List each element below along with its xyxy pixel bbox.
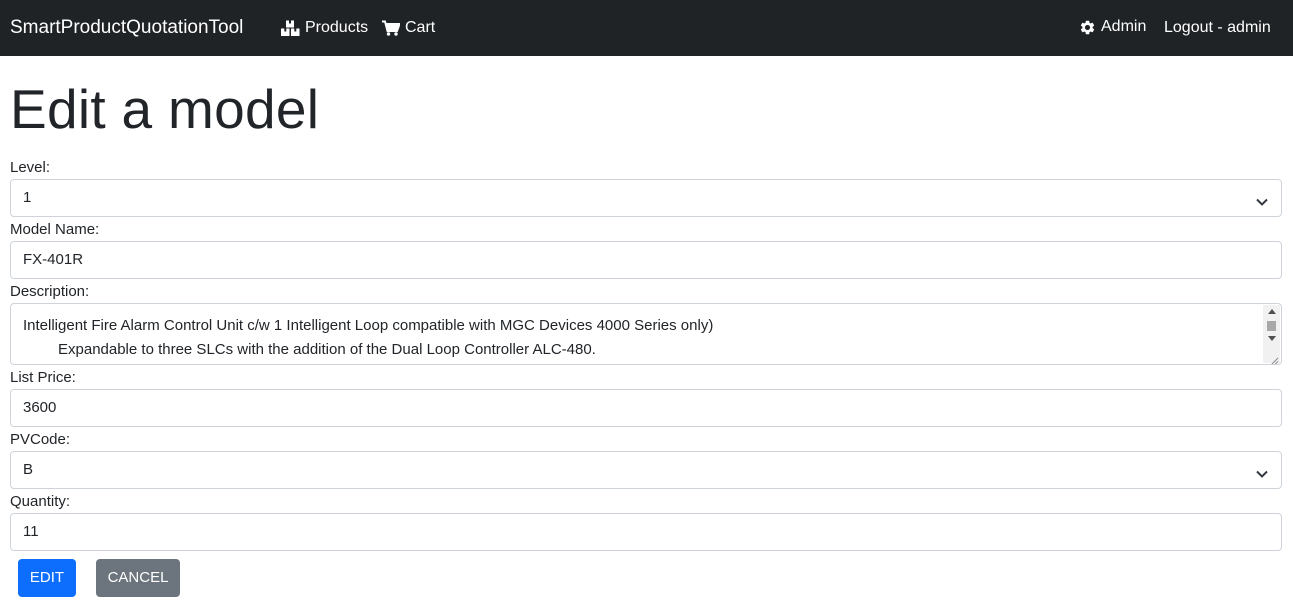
description-label: Description: [10, 283, 90, 300]
pvcode-label: PVCode: [10, 431, 71, 448]
chevron-down-icon [1256, 193, 1268, 213]
model-name-value: FX-401R [23, 251, 84, 268]
boxes-icon [281, 20, 300, 36]
quantity-value: 11 [23, 523, 39, 540]
pvcode-select[interactable]: B [10, 451, 1282, 489]
nav-admin-label: Admin [1101, 18, 1147, 35]
chevron-down-icon [1256, 465, 1268, 485]
list-price-input[interactable]: 3600 [10, 389, 1282, 427]
gear-icon [1079, 19, 1096, 36]
cart-icon [382, 20, 400, 36]
level-select[interactable]: 1 [10, 179, 1282, 217]
scroll-down-arrow-icon[interactable] [1268, 336, 1276, 341]
description-line-1: Intelligent Fire Alarm Control Unit c/w … [23, 317, 714, 334]
level-label: Level: [10, 159, 51, 176]
pvcode-value: B [23, 461, 34, 478]
page-title: Edit a model [10, 78, 320, 140]
nav-admin-link[interactable]: Admin [1079, 16, 1146, 38]
nav-products-link[interactable]: Products [281, 17, 368, 39]
quantity-input[interactable]: 11 [10, 513, 1282, 551]
brand-link[interactable]: SmartProductQuotationTool [10, 16, 243, 40]
nav-products-label: Products [305, 19, 369, 36]
description-line-2: Expandable to three SLCs with the additi… [58, 341, 596, 358]
cancel-button[interactable]: CANCEL [96, 559, 180, 597]
quantity-label: Quantity: [10, 493, 71, 510]
list-price-label: List Price: [10, 369, 76, 386]
level-value: 1 [23, 189, 32, 206]
nav-cart-label: Cart [405, 19, 436, 36]
scroll-thumb[interactable] [1267, 321, 1276, 331]
model-name-label: Model Name: [10, 221, 100, 238]
scroll-up-arrow-icon[interactable] [1268, 309, 1276, 314]
resize-grip-icon[interactable] [1269, 352, 1279, 364]
description-textarea[interactable]: Intelligent Fire Alarm Control Unit c/w … [10, 303, 1282, 365]
nav-cart-link[interactable]: Cart [382, 17, 435, 39]
model-name-input[interactable]: FX-401R [10, 241, 1282, 279]
list-price-value: 3600 [23, 399, 57, 416]
edit-button[interactable]: EDIT [18, 559, 76, 597]
top-navbar: SmartProductQuotationTool Products Cart [0, 0, 1293, 56]
logout-link[interactable]: Logout - admin [1164, 17, 1271, 39]
